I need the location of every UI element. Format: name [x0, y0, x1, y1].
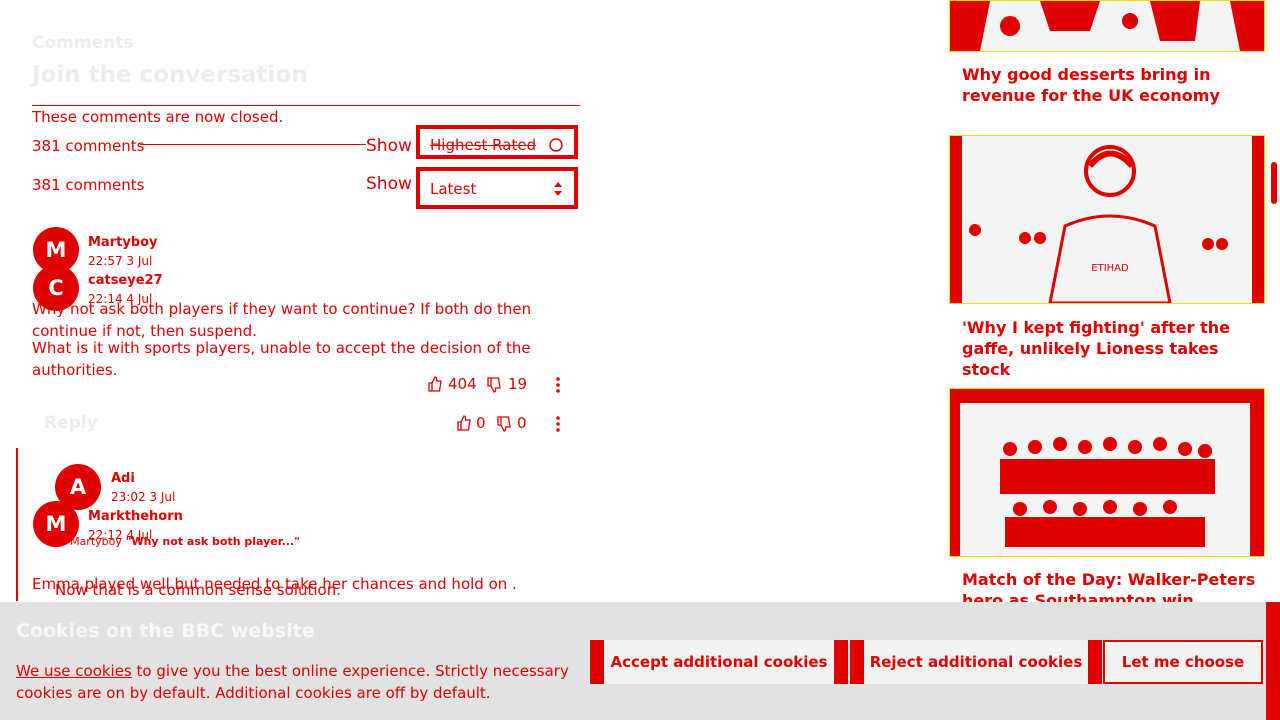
article-thumbnail[interactable] — [949, 388, 1265, 557]
more-vertical-icon[interactable] — [552, 415, 564, 433]
reject-cookies-label: Reject additional cookies — [869, 653, 1083, 671]
reject-cookies-button[interactable]: Reject additional cookies — [850, 640, 1102, 684]
cookie-text: We use cookies to give you the best onli… — [16, 660, 576, 704]
divider — [140, 144, 366, 145]
thumbs-up-icon[interactable] — [428, 376, 442, 392]
thumbnail-image — [950, 1, 1264, 51]
show-label: Show — [366, 136, 412, 156]
comment-username[interactable]: Markthehorn — [88, 509, 183, 524]
page-title: Join the conversation — [32, 62, 308, 88]
comment-count: 381 comments — [32, 137, 145, 155]
thumbs-up-icon[interactable] — [457, 415, 471, 431]
comment-username[interactable]: Adi — [111, 471, 135, 486]
choose-cookies-label: Let me choose — [1121, 653, 1245, 671]
downvote-count: 19 — [508, 375, 528, 393]
reply-button[interactable]: Reply — [44, 413, 98, 433]
comment-timestamp: 23:02 3 Jul — [111, 490, 176, 504]
sort-select[interactable]: Latest — [416, 167, 578, 209]
upvote-count: 0 — [476, 414, 486, 432]
article-thumbnail[interactable] — [949, 0, 1265, 52]
accept-cookies-button[interactable]: Accept additional cookies — [590, 640, 848, 684]
comments-heading: Comments — [32, 33, 134, 53]
banner-edge — [1266, 602, 1280, 720]
comment-body: Why not ask both players if they want to… — [32, 300, 532, 340]
cookie-title: Cookies on the BBC website — [16, 620, 315, 642]
article-thumbnail[interactable]: ETIHAD — [949, 135, 1265, 304]
thumbnail-image: ETIHAD — [950, 136, 1264, 303]
divider — [32, 105, 580, 106]
comment-body: Emma played well but needed to take her … — [32, 575, 517, 593]
comment-timestamp: 22:57 3 Jul — [88, 254, 153, 268]
closed-notice: These comments are now closed. — [32, 108, 284, 126]
sort-value: Highest Rated — [430, 136, 537, 154]
reply-thread-line — [16, 448, 18, 601]
refresh-icon — [549, 138, 563, 152]
upvote-count: 404 — [448, 375, 477, 393]
cookie-link[interactable]: We use cookies — [16, 662, 132, 680]
article-headline[interactable]: Match of the Day: Walker-Peters hero as … — [962, 569, 1262, 602]
reply-quote: To Martyboy "Why not ask both player..." — [55, 535, 300, 548]
thumbnail-image — [950, 389, 1264, 556]
thumbs-down-icon[interactable] — [487, 377, 501, 393]
article-headline[interactable]: 'Why I kept fighting' after the gaffe, u… — [962, 317, 1262, 380]
sort-select-rated[interactable]: Highest Rated — [416, 125, 578, 159]
comment-username[interactable]: catseye27 — [88, 273, 163, 288]
scrollbar-thumb[interactable] — [1271, 162, 1277, 204]
article-headline[interactable]: Why good desserts bring in revenue for t… — [962, 64, 1262, 106]
comment-username[interactable]: Martyboy — [88, 235, 158, 250]
accept-cookies-label: Accept additional cookies — [610, 653, 828, 671]
downvote-count: 0 — [517, 414, 527, 432]
more-vertical-icon[interactable] — [552, 376, 564, 394]
svg-text:ETIHAD: ETIHAD — [1091, 263, 1129, 274]
thumbs-down-icon[interactable] — [497, 416, 511, 432]
choose-cookies-button[interactable]: Let me choose — [1103, 640, 1263, 684]
show-label: Show — [366, 174, 412, 194]
quote-text: "Why not ask both player..." — [125, 535, 300, 548]
comment-count: 381 comments — [32, 176, 145, 194]
sort-value: Latest — [430, 180, 477, 198]
select-arrows-icon — [554, 182, 562, 196]
quote-prefix: To Martyboy — [55, 535, 122, 548]
